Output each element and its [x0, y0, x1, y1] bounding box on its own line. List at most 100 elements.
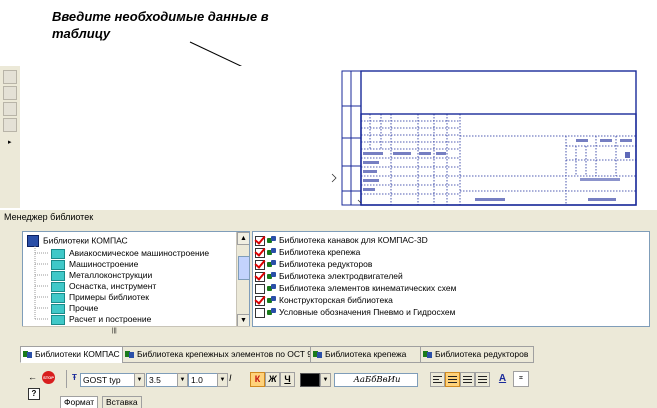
scale-select[interactable]: 1.0: [188, 373, 220, 387]
tree-item[interactable]: Авиакосмическое машиностроение: [51, 248, 209, 259]
side-strip-frame: [341, 70, 362, 206]
tab-format[interactable]: Формат: [60, 396, 99, 408]
library-row[interactable]: Условные обозначения Пневмо и Гидросхем: [255, 307, 455, 318]
tab-fastener-library[interactable]: Библиотека крепежа: [310, 346, 422, 363]
library-label: Библиотека канавок для КОМПАС-3D: [279, 235, 428, 245]
color-dropdown-arrow[interactable]: ▼: [320, 373, 331, 387]
underline-button[interactable]: Ч: [280, 372, 295, 387]
font-icon: Ŧ: [72, 373, 77, 382]
tree-item-label: Примеры библиотек: [69, 292, 149, 302]
library-label: Условные обозначения Пневмо и Гидросхем: [279, 307, 456, 317]
font-dropdown-arrow[interactable]: ▼: [134, 373, 145, 387]
align-right-button[interactable]: [460, 372, 475, 387]
library-icon: [267, 248, 276, 257]
library-row[interactable]: Библиотека редукторов: [255, 259, 372, 270]
align-center-button[interactable]: [445, 372, 460, 387]
tab-insert[interactable]: Вставка: [102, 396, 142, 408]
library-checkbox[interactable]: [255, 307, 265, 318]
scale-dropdown-arrow[interactable]: ▼: [217, 373, 228, 387]
align-left-button[interactable]: [430, 372, 445, 387]
library-label: Библиотека элементов кинематических схем: [279, 283, 457, 293]
tree-item-label: Авиакосмическое машиностроение: [69, 248, 210, 258]
tab-gearbox-library[interactable]: Библиотека редукторов: [420, 346, 534, 363]
folder-icon: [51, 303, 65, 314]
tree-item-label: Машиностроение: [69, 259, 139, 269]
title-block-frame: [360, 70, 637, 206]
library-icon: [125, 350, 134, 359]
tree-connectors: [34, 246, 49, 320]
arrow-icon[interactable]: ←: [28, 372, 37, 382]
library-icon: [23, 350, 32, 359]
library-checkbox[interactable]: [255, 295, 265, 306]
font-size-select[interactable]: 3.5: [146, 373, 180, 387]
tree-item[interactable]: Оснастка, инструмент: [51, 281, 156, 292]
library-label: Конструкторская библиотека: [279, 295, 393, 305]
tree-item[interactable]: Расчет и построение: [51, 314, 151, 325]
title-block-labels: [363, 139, 632, 201]
title-block-grid: [361, 114, 636, 205]
scroll-grip-icon: |||: [112, 328, 117, 334]
library-icon: [267, 272, 276, 281]
size-dropdown-arrow[interactable]: ▼: [177, 373, 188, 387]
tree-root-label: Библиотеки КОМПАС: [43, 235, 128, 246]
tree-item[interactable]: Машиностроение: [51, 259, 138, 270]
tree-item[interactable]: Примеры библиотек: [51, 292, 149, 303]
tab-label: Библиотека редукторов: [435, 349, 529, 359]
stop-icon[interactable]: STOP: [42, 371, 55, 384]
library-label: Библиотека редукторов: [279, 259, 373, 269]
tree-vertical-scrollbar[interactable]: ▲ ▼: [236, 232, 249, 326]
help-icon[interactable]: ?: [28, 388, 40, 400]
left-tool-strip: ▸: [0, 66, 21, 208]
folder-icon: [51, 292, 65, 303]
italic-mark: I: [229, 373, 232, 383]
tool-button-3[interactable]: [3, 102, 17, 116]
folder-icon: [51, 314, 65, 325]
library-row[interactable]: Библиотека канавок для КОМПАС-3D: [255, 235, 428, 246]
tree-item[interactable]: Металлоконструкции: [51, 270, 152, 281]
library-tabs: Библиотеки КОМПАС Библиотека крепежных э…: [20, 346, 657, 363]
library-row[interactable]: Библиотека элементов кинематических схем: [255, 283, 456, 294]
toolbar-separator: [66, 370, 67, 388]
symbol-icon[interactable]: ⌗: [513, 371, 529, 387]
library-icon: [267, 308, 276, 317]
library-label: Библиотека электродвигателей: [279, 271, 403, 281]
library-checkbox[interactable]: [255, 271, 265, 282]
color-swatch-icon[interactable]: [300, 373, 320, 387]
align-justify-button[interactable]: [475, 372, 490, 387]
tree-item-label: Металлоконструкции: [69, 270, 153, 280]
tree-item-label: Оснастка, инструмент: [69, 281, 157, 291]
library-icon: [267, 260, 276, 269]
scroll-up-button[interactable]: ▲: [237, 232, 249, 245]
tree-item-label: Прочие: [69, 303, 99, 313]
tab-fastener-ost92[interactable]: Библиотека крепежных элементов по ОСТ 92: [122, 346, 317, 363]
italic-button[interactable]: Ж: [265, 372, 280, 387]
library-list-pane[interactable]: Библиотека канавок для КОМПАС-3D Библиот…: [252, 231, 650, 327]
tree-horizontal-scrollbar[interactable]: |||: [22, 326, 250, 337]
library-row[interactable]: Библиотека крепежа: [255, 247, 360, 258]
tool-button-4[interactable]: [3, 118, 17, 132]
drawing-canvas[interactable]: [20, 66, 657, 208]
folder-icon: [51, 248, 65, 259]
tab-label: Библиотека крепежных элементов по ОСТ 92: [137, 349, 317, 359]
scroll-thumb[interactable]: [238, 256, 249, 280]
library-row[interactable]: Конструкторская библиотека: [255, 295, 393, 306]
library-tree-pane[interactable]: Библиотеки КОМПАС Авиакосмическое машино…: [22, 231, 250, 327]
library-icon: [267, 236, 276, 245]
tool-button-1[interactable]: [3, 70, 17, 84]
tab-kompas-libraries[interactable]: Библиотеки КОМПАС: [20, 346, 124, 363]
bold-button[interactable]: К: [250, 372, 265, 387]
tree-item-label: Расчет и построение: [69, 314, 152, 324]
font-select[interactable]: GOST typ: [80, 373, 136, 387]
tab-label: Библиотеки КОМПАС: [35, 349, 120, 359]
folder-icon: [51, 270, 65, 281]
tree-item[interactable]: Прочие: [51, 303, 98, 314]
library-row[interactable]: Библиотека электродвигателей: [255, 271, 403, 282]
library-icon: [267, 284, 276, 293]
folder-icon: [51, 281, 65, 292]
tool-button-2[interactable]: [3, 86, 17, 100]
text-color-icon[interactable]: A: [496, 372, 509, 385]
library-manager-title: Менеджер библиотек: [4, 212, 94, 222]
expand-arrow-icon[interactable]: ▸: [8, 138, 12, 146]
style-sample[interactable]: АаБбВвИи: [334, 373, 418, 387]
tab-label: Библиотека крепежа: [325, 349, 407, 359]
